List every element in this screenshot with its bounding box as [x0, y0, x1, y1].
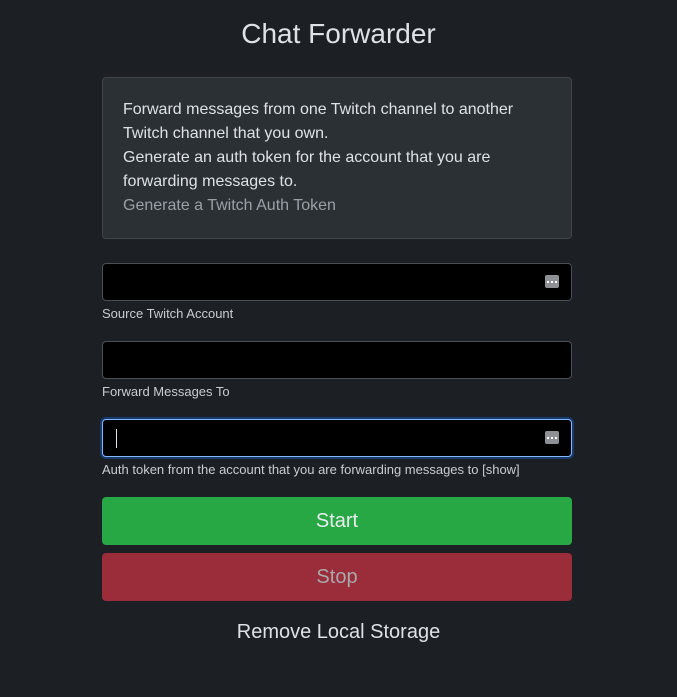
auth-token-input[interactable]: [102, 419, 572, 457]
text-cursor: [116, 429, 117, 448]
stop-button[interactable]: Stop: [102, 553, 572, 601]
start-button[interactable]: Start: [102, 497, 572, 545]
more-horizontal-icon[interactable]: [545, 431, 559, 444]
source-account-help: Source Twitch Account: [102, 306, 234, 321]
source-account-input[interactable]: [102, 263, 572, 301]
info-instructions: Generate an auth token for the account t…: [123, 149, 491, 190]
forward-to-help: Forward Messages To: [102, 384, 230, 399]
auth-token-help: Auth token from the account that you are…: [102, 462, 520, 477]
info-card: Forward messages from one Twitch channel…: [102, 77, 572, 239]
info-description: Forward messages from one Twitch channel…: [123, 101, 514, 142]
page-title: Chat Forwarder: [241, 18, 436, 49]
forward-to-input[interactable]: [102, 341, 572, 379]
remove-local-storage-button[interactable]: Remove Local Storage: [0, 621, 677, 644]
more-horizontal-icon[interactable]: [545, 275, 559, 288]
generate-token-link[interactable]: Generate a Twitch Auth Token: [123, 197, 336, 214]
